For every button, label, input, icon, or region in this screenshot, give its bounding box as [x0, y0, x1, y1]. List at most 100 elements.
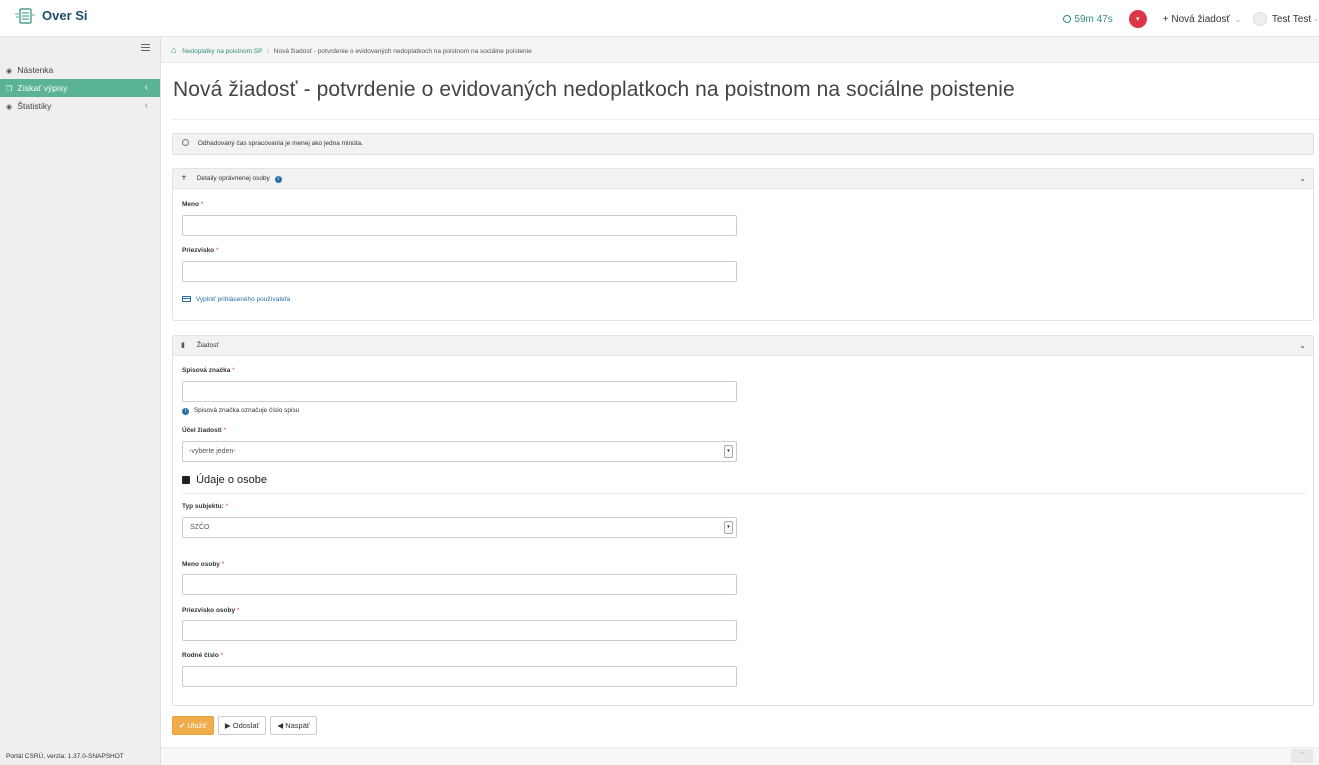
priezvisko-osoby-label: Priezvisko osoby *: [182, 607, 239, 614]
back-circle-icon: ◀: [277, 721, 284, 730]
typ-label-text: Typ subjektu:: [182, 503, 224, 510]
required-mark: *: [232, 367, 235, 374]
user-avatar-icon: [1252, 12, 1267, 26]
home-icon[interactable]: ⌂: [171, 45, 176, 55]
edit-icon: [182, 476, 190, 484]
person-data-heading: Údaje o osobe: [182, 474, 267, 486]
info-icon: i: [182, 408, 189, 415]
required-mark: *: [225, 503, 229, 510]
chevron-down-icon[interactable]: ⌄: [1299, 169, 1306, 189]
spisova-label: Spisová značka *: [182, 367, 235, 374]
priezvisko-osoby-input[interactable]: [182, 620, 737, 641]
sidebar-item-label: Štatistiky: [17, 101, 52, 111]
panel-title: Žiadosť: [196, 342, 219, 349]
request-panel: ▮ Žiadosť ⌄ Spisová značka * i Spisová z…: [172, 335, 1314, 706]
required-mark: *: [220, 652, 224, 659]
play-icon: ▶: [224, 721, 231, 730]
rodne-cislo-input[interactable]: [182, 666, 737, 687]
required-mark: *: [200, 201, 204, 208]
panel-title: Detaily oprávnenej osoby: [196, 175, 270, 182]
meno-label-text: Meno: [182, 201, 199, 208]
ucel-label: Účel žiadosti *: [182, 427, 226, 434]
sidebar-item-nastenka[interactable]: ◉ Nástenka: [0, 61, 160, 79]
priezvisko-input[interactable]: [182, 261, 737, 282]
logo[interactable]: Over Si: [14, 6, 88, 26]
send-label: Odoslať: [232, 721, 260, 730]
sidebar-item-statistiky[interactable]: ◉ Štatistiky ‹: [0, 97, 160, 115]
required-mark: *: [223, 427, 227, 434]
clock-icon: [1063, 15, 1072, 23]
rodne-cislo-label-text: Rodné číslo: [182, 652, 219, 659]
new-request-menu[interactable]: + Nová žiadosť ⌄: [1163, 14, 1241, 25]
panel-header[interactable]: ▮ Žiadosť ⌄: [173, 336, 1313, 356]
spisova-hint: i Spisová značka označuje číslo spisu: [182, 407, 299, 415]
scroll-to-top-button[interactable]: ⌃: [1291, 749, 1313, 763]
required-mark: *: [221, 561, 225, 568]
sidebar-item-label: Nástenka: [17, 65, 54, 75]
spisova-hint-text: Spisová značka označuje číslo spisu: [193, 407, 300, 414]
send-button[interactable]: ▶ Odoslať: [217, 716, 267, 735]
priezvisko-label-text: Priezvisko: [182, 247, 215, 254]
breadcrumb: ⌂ Nedoplatky na poistnom SP / Nová žiado…: [161, 37, 1319, 63]
typ-select-value: SZČO: [190, 524, 210, 531]
spisova-label-text: Spisová značka: [182, 367, 231, 374]
sidebar-item-ziskat-vypisy[interactable]: ❐ Získať výpisy ‹: [0, 79, 160, 97]
hamburger-icon: [141, 44, 150, 53]
chevron-down-icon: ⌄: [1313, 16, 1319, 23]
user-menu[interactable]: Test Test ⌄: [1252, 12, 1319, 26]
document-icon: ▮: [181, 342, 185, 349]
meno-label: Meno *: [182, 201, 203, 208]
session-timer: 59m 47s: [1063, 13, 1113, 25]
authorized-person-panel: ✝ Detaily oprávnenej osoby i ⌄ Meno * Pr…: [172, 168, 1314, 321]
priezvisko-label: Priezvisko *: [182, 247, 219, 254]
ucel-select[interactable]: -vyberte jeden- ▾: [182, 441, 737, 462]
chevron-down-icon[interactable]: ⌄: [1299, 336, 1306, 356]
fill-logged-user-link[interactable]: Vyplniť prihláseného používateľa: [182, 296, 290, 303]
meno-input[interactable]: [182, 215, 737, 236]
sidebar: ◉ Nástenka ❐ Získať výpisy ‹ ◉ Štatistik…: [0, 37, 161, 765]
required-mark: *: [215, 247, 219, 254]
notifications-button[interactable]: ▾: [1128, 10, 1147, 28]
breadcrumb-link[interactable]: Nedoplatky na poistnom SP: [182, 48, 262, 55]
breadcrumb-current: Nová žiadosť - potvrdenie o evidovaných …: [273, 48, 532, 55]
panel-header[interactable]: ✝ Detaily oprávnenej osoby i ⌄: [173, 169, 1313, 189]
info-icon[interactable]: i: [274, 176, 282, 183]
chevron-up-icon: ⌃: [1299, 752, 1305, 759]
save-button[interactable]: ✔ Uložiť: [172, 716, 214, 735]
meno-osoby-label-text: Meno osoby: [182, 561, 220, 568]
meno-osoby-input[interactable]: [182, 574, 737, 595]
chevron-left-icon: ‹: [144, 82, 148, 93]
top-bar: Over Si 59m 47s ▾ + Nová žiadosť ⌄ Test …: [0, 0, 1319, 37]
person-icon: ✝: [181, 175, 187, 182]
priezvisko-osoby-label-text: Priezvisko osoby: [182, 607, 236, 614]
page-title: Nová žiadosť - potvrdenie o evidovaných …: [173, 78, 1015, 101]
timer-value: 59m 47s: [1074, 13, 1113, 25]
info-alert: Odhadovaný čas spracovania je menej ako …: [172, 133, 1314, 155]
chevron-down-icon: ⌄: [1234, 16, 1241, 24]
check-icon: ✔: [179, 721, 186, 730]
ucel-label-text: Účel žiadosti: [182, 427, 222, 434]
select-arrow-icon: ▾: [724, 521, 733, 534]
divider: [182, 493, 1307, 494]
chevron-left-icon: ‹: [144, 100, 148, 111]
stats-icon: ◉: [6, 104, 13, 111]
info-text: Odhadovaný čas spracovania je menej ako …: [197, 140, 363, 147]
sidebar-item-label: Získať výpisy: [17, 83, 68, 93]
ucel-select-value: -vyberte jeden-: [189, 448, 236, 455]
typ-subjektu-select[interactable]: SZČO ▾: [182, 517, 737, 538]
sidebar-toggle[interactable]: [0, 37, 160, 61]
meno-osoby-label: Meno osoby *: [182, 561, 224, 568]
required-mark: *: [236, 607, 240, 614]
back-label: Naspäť: [285, 721, 310, 730]
spisova-znacka-input[interactable]: [182, 381, 737, 402]
divider: [172, 119, 1319, 120]
logo-icon: [14, 6, 36, 26]
credit-card-icon: [182, 296, 191, 302]
save-label: Uložiť: [187, 721, 207, 730]
form-actions: ✔ Uložiť ▶ Odoslať ◀ Naspäť: [172, 716, 321, 735]
main-content: ⌂ Nedoplatky na poistnom SP / Nová žiado…: [161, 37, 1319, 765]
back-button[interactable]: ◀ Naspäť: [270, 716, 317, 735]
section-title: Údaje o osobe: [196, 474, 268, 486]
logo-text: Over Si: [42, 8, 88, 23]
new-request-label: + Nová žiadosť: [1162, 13, 1231, 25]
